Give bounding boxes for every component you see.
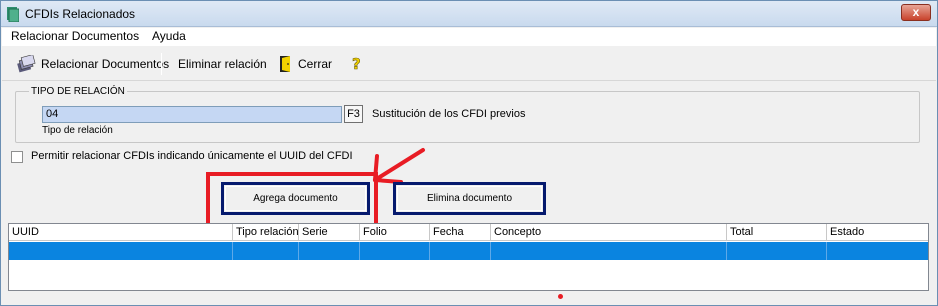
svg-text:?: ? bbox=[352, 55, 361, 73]
tipo-relacion-description: Sustitución de los CFDI previos bbox=[372, 108, 526, 120]
table-cell bbox=[9, 242, 233, 260]
grid-header: UUID Tipo relación Serie Folio Fecha Con… bbox=[9, 224, 928, 241]
window-title: CFDIs Relacionados bbox=[25, 7, 136, 21]
annotation-dot bbox=[558, 294, 563, 299]
toolbar: Relacionar Documentos Eliminar relación … bbox=[2, 47, 936, 81]
column-header-tipo-relacion[interactable]: Tipo relación bbox=[233, 224, 299, 241]
table-cell bbox=[430, 242, 491, 260]
tipo-relacion-caption: Tipo de relación bbox=[42, 125, 113, 136]
title-bar[interactable]: CFDIs Relacionados x bbox=[1, 1, 937, 27]
menu-ayuda[interactable]: Ayuda bbox=[152, 29, 186, 43]
column-header-uuid[interactable]: UUID bbox=[9, 224, 233, 241]
tipo-relacion-input[interactable]: 04 bbox=[42, 106, 342, 123]
tipo-relacion-group-title: TIPO DE RELACIÓN bbox=[29, 86, 127, 97]
relacionar-documentos-label: Relacionar Documentos bbox=[41, 57, 170, 71]
table-cell bbox=[491, 242, 727, 260]
table-cell bbox=[233, 242, 299, 260]
table-cell bbox=[360, 242, 430, 260]
documents-icon bbox=[17, 55, 36, 73]
eliminar-relacion-label: Eliminar relación bbox=[178, 57, 267, 71]
table-cell bbox=[727, 242, 827, 260]
permitir-uuid-label[interactable]: Permitir relacionar CFDIs indicando únic… bbox=[31, 150, 353, 162]
elimina-documento-button[interactable]: Elimina documento bbox=[393, 182, 546, 215]
eliminar-relacion-button[interactable]: Eliminar relación bbox=[178, 53, 267, 75]
table-cell bbox=[299, 242, 360, 260]
close-button[interactable]: x bbox=[901, 4, 931, 21]
help-question-icon: ? bbox=[352, 55, 361, 73]
f3-lookup-button[interactable]: F3 bbox=[344, 105, 363, 123]
cerrar-button[interactable]: Cerrar bbox=[279, 53, 332, 75]
toolbar-separator bbox=[161, 53, 162, 75]
column-header-estado[interactable]: Estado bbox=[827, 224, 928, 241]
relacionar-documentos-button[interactable]: Relacionar Documentos bbox=[16, 53, 169, 75]
cerrar-label: Cerrar bbox=[298, 57, 333, 71]
column-header-fecha[interactable]: Fecha bbox=[430, 224, 491, 241]
menu-relacionar-documentos[interactable]: Relacionar Documentos bbox=[11, 29, 139, 43]
app-icon bbox=[7, 7, 19, 22]
permitir-uuid-checkbox[interactable] bbox=[11, 151, 23, 163]
annotation-highlight-box bbox=[206, 172, 378, 227]
column-header-total[interactable]: Total bbox=[727, 224, 827, 241]
cfdis-relacionados-window: CFDIs Relacionados x Relacionar Document… bbox=[0, 0, 938, 306]
menu-bar: Relacionar Documentos Ayuda bbox=[2, 28, 936, 46]
documents-grid[interactable]: UUID Tipo relación Serie Folio Fecha Con… bbox=[8, 223, 929, 291]
table-cell bbox=[827, 242, 928, 260]
exit-door-icon bbox=[280, 56, 290, 72]
table-row-selected[interactable] bbox=[9, 242, 928, 260]
status-strip bbox=[2, 292, 936, 305]
column-header-folio[interactable]: Folio bbox=[360, 224, 430, 241]
column-header-concepto[interactable]: Concepto bbox=[491, 224, 727, 241]
column-header-serie[interactable]: Serie bbox=[299, 224, 360, 241]
help-button[interactable]: ? bbox=[351, 53, 363, 75]
